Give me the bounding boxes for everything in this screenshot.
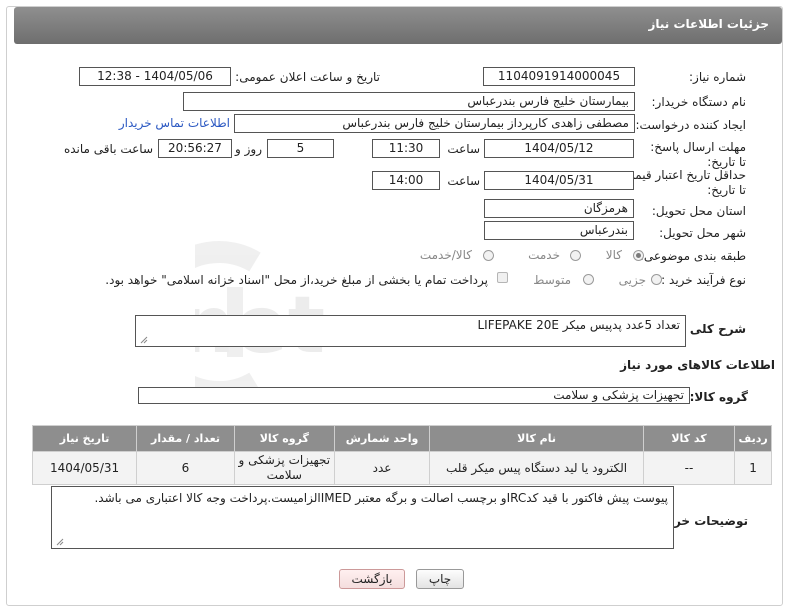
col-code: کد کالا	[642, 425, 736, 452]
reply-time-field: 11:30	[372, 139, 440, 158]
requester-field: مصطفی زاهدی کارپرداز بیمارستان خلیج فارس…	[234, 114, 635, 133]
goods-group-field: تجهیزات پزشکی و سلامت	[138, 387, 690, 404]
goods-section-title: اطلاعات کالاهای مورد نیاز	[620, 358, 775, 372]
notes-resize-handle-icon[interactable]	[56, 538, 64, 546]
col-date: تاریخ نیاز	[31, 425, 138, 452]
buyer-org-label: نام دستگاه خریدار:	[651, 95, 747, 109]
need-description-field[interactable]: تعداد 5عدد پدپیس میکر LIFEPAKE 20E	[135, 315, 686, 347]
reply-deadline-label: مهلت ارسال پاسخ: تا تاریخ:	[650, 140, 746, 169]
need-number-field: 1104091914000045	[483, 67, 635, 86]
city-field: بندرعباس	[484, 221, 634, 240]
buyer-contact-link[interactable]: اطلاعات تماس خریدار	[119, 116, 230, 130]
cell-code: --	[642, 451, 736, 485]
city-label: شهر محل تحویل:	[659, 226, 746, 240]
cell-group: تجهیزات پزشکی و سلامت	[233, 451, 335, 485]
days-label: روز و	[235, 142, 262, 156]
description-resize-handle-icon[interactable]	[140, 336, 148, 344]
process-medium-label: متوسط	[533, 273, 571, 287]
back-button[interactable]: بازگشت	[339, 569, 405, 589]
cell-date: 1404/05/31	[31, 451, 138, 485]
need-description-text: تعداد 5عدد پدپیس میکر LIFEPAKE 20E	[477, 318, 680, 332]
province-label: استان محل تحویل:	[651, 204, 746, 218]
requester-label: ایجاد کننده درخواست:	[635, 118, 746, 132]
category-goods-radio[interactable]	[633, 250, 644, 261]
reply-time-label: ساعت	[447, 142, 480, 156]
category-service-radio[interactable]	[570, 250, 581, 261]
price-validity-time-field: 14:00	[372, 171, 440, 190]
cell-unit: عدد	[333, 451, 431, 485]
col-group: گروه کالا	[233, 425, 335, 452]
category-label: طبقه بندی موضوعی:	[639, 249, 746, 263]
remaining-time-label: ساعت باقی مانده	[63, 142, 153, 156]
remaining-days-field: 5	[267, 139, 334, 158]
process-medium-radio[interactable]	[583, 274, 594, 285]
announce-datetime-label: تاریخ و ساعت اعلان عمومی:	[235, 70, 380, 84]
page-title: جزئیات اطلاعات نیاز	[648, 17, 769, 31]
category-service-label: خدمت	[528, 248, 560, 262]
table-row[interactable]: 1 -- الکترود یا لید دستگاه پیس میکر قلب …	[31, 451, 772, 485]
need-number-label: شماره نیاز:	[689, 70, 746, 84]
price-validity-date-field: 1404/05/31	[484, 171, 634, 190]
cell-name: الکترود یا لید دستگاه پیس میکر قلب	[429, 451, 644, 485]
reply-date-field: 1404/05/12	[484, 139, 634, 158]
col-unit: واحد شمارش	[333, 425, 431, 452]
col-row: ردیف	[734, 425, 772, 452]
goods-group-label: گروه کالا:	[689, 390, 748, 404]
buyer-notes-field[interactable]: پیوست پیش فاکتور با قید کدIRCو برچسب اصا…	[51, 486, 674, 549]
remaining-time-field: 20:56:27	[158, 139, 232, 158]
category-goods-label: کالا	[605, 248, 622, 262]
province-field: هرمزگان	[484, 199, 634, 218]
goods-table: ردیف کد کالا نام کالا واحد شمارش گروه کا…	[31, 425, 772, 485]
page-header: جزئیات اطلاعات نیاز	[14, 7, 782, 44]
process-type-label: نوع فرآیند خرید :	[661, 273, 746, 287]
cell-quantity: 6	[136, 451, 235, 485]
category-goods-service-radio[interactable]	[483, 250, 494, 261]
announce-datetime-field: 1404/05/06 - 12:38	[79, 67, 231, 86]
buyer-notes-text: پیوست پیش فاکتور با قید کدIRCو برچسب اصا…	[94, 491, 668, 505]
treasury-payment-checkbox[interactable]	[497, 272, 508, 283]
print-button[interactable]: چاپ	[416, 569, 464, 589]
goods-table-header: ردیف کد کالا نام کالا واحد شمارش گروه کا…	[31, 425, 772, 452]
price-validity-label: حداقل تاریخ اعتبار قیمت: تا تاریخ:	[619, 168, 746, 197]
category-goods-service-label: کالا/خدمت	[419, 248, 472, 262]
buyer-org-field: بیمارستان خلیج فارس بندرعباس	[183, 92, 635, 111]
col-quantity: تعداد / مقدار	[136, 425, 235, 452]
process-minor-label: جزیی	[618, 273, 646, 287]
cell-row: 1	[734, 451, 772, 485]
treasury-payment-note: پرداخت تمام یا بخشی از مبلغ خرید،از محل …	[105, 273, 488, 287]
price-validity-time-label: ساعت	[447, 174, 480, 188]
col-name: نام کالا	[429, 425, 644, 452]
process-minor-radio[interactable]	[651, 274, 662, 285]
